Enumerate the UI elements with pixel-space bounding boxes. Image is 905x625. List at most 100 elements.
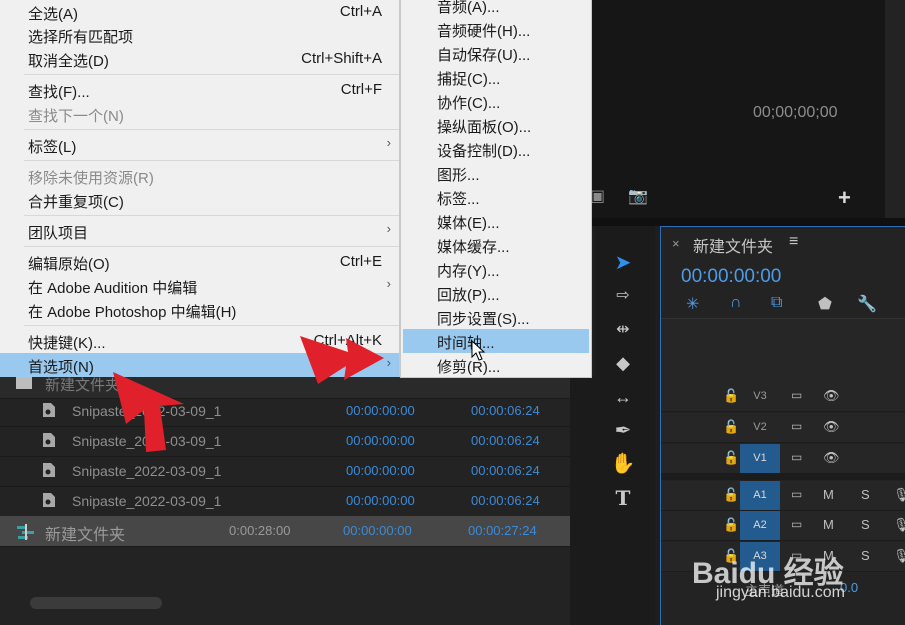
pref-item-memory[interactable]: 内存(Y)...	[403, 257, 589, 281]
clip-out[interactable]: 00:00:06:24	[471, 433, 540, 448]
menu-item-select-all-matching[interactable]: 选择所有匹配项	[0, 23, 399, 47]
clip-row[interactable]: Snipaste_2022-03-09_1 00:00:00:00 00:00:…	[0, 456, 570, 487]
track-name[interactable]: A1	[740, 481, 780, 510]
eye-icon[interactable]: 👁	[823, 450, 840, 466]
project-scrollbar[interactable]	[30, 597, 162, 609]
pref-item-media[interactable]: 媒体(E)...	[403, 209, 589, 233]
snap-icon[interactable]: ∩	[730, 294, 742, 312]
type-tool-icon[interactable]: T	[608, 483, 638, 513]
time-ruler[interactable]	[661, 318, 905, 383]
mute-button[interactable]: M	[823, 487, 834, 502]
program-timecode[interactable]: 00;00;00;00	[753, 104, 838, 122]
mute-button[interactable]: M	[823, 517, 834, 532]
menu-item-label: 自动保存(U)...	[437, 47, 531, 64]
sequence-out[interactable]: 00:00:27:24	[468, 523, 537, 538]
sync-lock-icon[interactable]: ▭	[791, 388, 802, 402]
add-marker-icon[interactable]: ⬟	[818, 294, 832, 314]
clip-in[interactable]: 00:00:00:00	[346, 433, 415, 448]
menu-item-select-all[interactable]: 全选(A) Ctrl+A	[0, 0, 399, 24]
menu-item-deselect-all[interactable]: 取消全选(D) Ctrl+Shift+A	[0, 47, 399, 71]
pref-item-graphics[interactable]: 图形...	[403, 161, 589, 185]
audio-track[interactable]: 🔓 A1 ▭ M S 🎙	[661, 481, 905, 511]
audio-track[interactable]: 🔓 A2 ▭ M S 🎙	[661, 511, 905, 541]
menu-item-label: 媒体缓存...	[437, 239, 510, 256]
close-icon[interactable]: ×	[672, 236, 680, 251]
menu-item-find[interactable]: 查找(F)... Ctrl+F	[0, 78, 399, 102]
microphone-icon[interactable]: 🎙	[893, 517, 905, 533]
eye-icon[interactable]: 👁	[823, 419, 840, 435]
timeline-tab-title[interactable]: 新建文件夹	[693, 233, 773, 257]
track-name[interactable]: V2	[740, 413, 780, 442]
lock-icon[interactable]: 🔓	[723, 419, 739, 435]
pref-item-sync-settings[interactable]: 同步设置(S)...	[403, 305, 589, 329]
hand-tool-icon[interactable]: ✋	[608, 449, 638, 479]
solo-button[interactable]: S	[861, 517, 870, 532]
solo-button[interactable]: S	[861, 548, 870, 563]
clip-row[interactable]: Snipaste_2022-03-09_1 00:00:00:00 00:00:…	[0, 396, 570, 427]
sync-lock-icon[interactable]: ▭	[791, 487, 802, 501]
clip-row[interactable]: Snipaste_2022-03-09_1 00:00:00:00 00:00:…	[0, 426, 570, 457]
timeline-timecode[interactable]: 00:00:00:00	[681, 266, 781, 288]
menu-item-label: 移除未使用资源(R)	[28, 170, 154, 187]
wrench-icon[interactable]: 🔧	[857, 294, 877, 314]
sequence-in[interactable]: 00:00:00:00	[343, 523, 412, 538]
sync-lock-icon[interactable]: ▭	[791, 450, 802, 464]
pref-item-timeline[interactable]: 时间轴...	[403, 329, 589, 353]
pref-item-control-surface[interactable]: 操纵面板(O)...	[403, 113, 589, 137]
menu-item-label-submenu[interactable]: 标签(L) ›	[0, 133, 399, 157]
pref-item-media-cache[interactable]: 媒体缓存...	[403, 233, 589, 257]
eye-icon[interactable]: 👁	[823, 388, 840, 404]
linked-selection-icon[interactable]: ⧉	[771, 294, 782, 312]
track-name[interactable]: V3	[740, 382, 780, 411]
clip-out[interactable]: 00:00:06:24	[471, 463, 540, 478]
lock-icon[interactable]: 🔓	[723, 450, 739, 466]
pref-item-trim[interactable]: 修剪(R)...	[403, 353, 589, 377]
pref-item-collaboration[interactable]: 协作(C)...	[403, 89, 589, 113]
sync-lock-icon[interactable]: ▭	[791, 517, 802, 531]
track-name[interactable]: V1	[740, 444, 780, 473]
microphone-icon[interactable]: 🎙	[893, 487, 905, 503]
sync-lock-icon[interactable]: ▭	[791, 419, 802, 433]
camera-icon[interactable]: 📷	[628, 186, 648, 206]
clip-row[interactable]: Snipaste_2022-03-09_1 00:00:00:00 00:00:…	[0, 486, 570, 517]
solo-button[interactable]: S	[861, 487, 870, 502]
clip-out[interactable]: 00:00:06:24	[471, 493, 540, 508]
pref-item-capture[interactable]: 捕捉(C)...	[403, 65, 589, 89]
panel-menu-icon[interactable]: ≡	[789, 233, 798, 251]
menu-item-edit-original[interactable]: 编辑原始(O) Ctrl+E	[0, 250, 399, 274]
video-track[interactable]: 🔓 V1 ▭ 👁	[661, 444, 905, 474]
export-frame-icon[interactable]: ▣	[590, 186, 605, 206]
lock-icon[interactable]: 🔓	[723, 517, 739, 533]
track-name[interactable]: A2	[740, 511, 780, 540]
menu-item-consolidate-duplicates[interactable]: 合并重复项(C)	[0, 188, 399, 212]
video-track[interactable]: 🔓 V2 ▭ 👁	[661, 413, 905, 443]
menu-item-remove-unused[interactable]: 移除未使用资源(R)	[0, 164, 399, 188]
razor-tool-icon[interactable]: ◆	[608, 348, 638, 378]
microphone-icon[interactable]: 🎙	[893, 548, 905, 564]
menu-item-label: 捕捉(C)...	[437, 71, 501, 88]
video-track[interactable]: 🔓 V3 ▭ 👁	[661, 382, 905, 412]
clip-in[interactable]: 00:00:00:00	[346, 493, 415, 508]
lock-icon[interactable]: 🔓	[723, 388, 739, 404]
selection-tool-icon[interactable]: ➤	[608, 248, 638, 278]
clip-in[interactable]: 00:00:00:00	[346, 463, 415, 478]
track-select-tool-icon[interactable]: ⇨	[608, 281, 638, 311]
add-button-icon[interactable]: +	[838, 185, 851, 211]
lock-icon[interactable]: 🔓	[723, 487, 739, 503]
slip-tool-icon[interactable]: ↔	[608, 382, 638, 412]
pref-item-auto-save[interactable]: 自动保存(U)...	[403, 41, 589, 65]
pref-item-device-control[interactable]: 设备控制(D)...	[403, 137, 589, 161]
clip-out[interactable]: 00:00:06:24	[471, 403, 540, 418]
menu-item-find-next[interactable]: 查找下一个(N)	[0, 102, 399, 126]
pref-item-audio[interactable]: 音频(A)...	[403, 0, 589, 17]
pref-item-audio-hardware[interactable]: 音频硬件(H)...	[403, 17, 589, 41]
sequence-row[interactable]: 新建文件夹 0:00:28:00 00:00:00:00 00:00:27:24	[0, 516, 570, 547]
nest-sequence-icon[interactable]: ✳	[686, 294, 699, 314]
clip-in[interactable]: 00:00:00:00	[346, 403, 415, 418]
pref-item-playback[interactable]: 回放(P)...	[403, 281, 589, 305]
menu-item-team-projects[interactable]: 团队项目 ›	[0, 219, 399, 243]
menu-item-edit-in-audition[interactable]: 在 Adobe Audition 中编辑 ›	[0, 274, 399, 298]
pref-item-labels[interactable]: 标签...	[403, 185, 589, 209]
ripple-edit-tool-icon[interactable]: ⇹	[608, 315, 638, 345]
pen-tool-icon[interactable]: ✒	[608, 416, 638, 446]
